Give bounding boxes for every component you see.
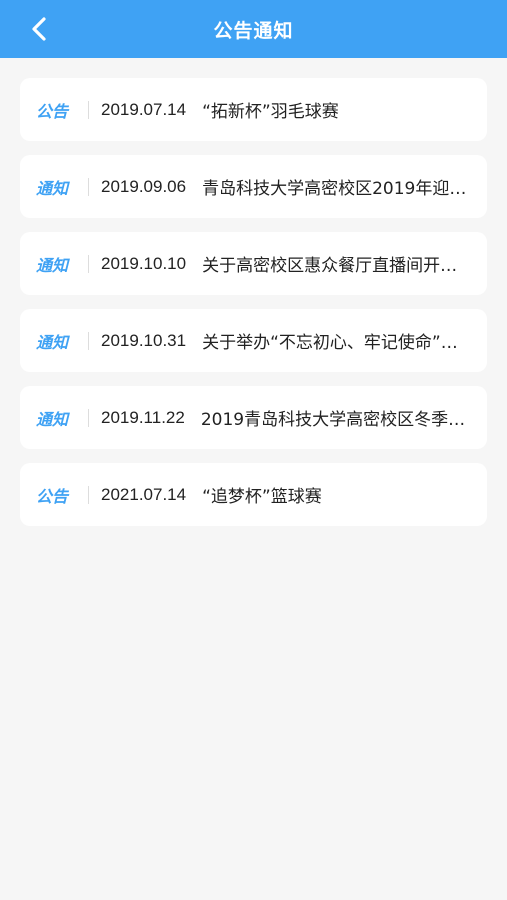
notice-item[interactable]: 通知 2019.10.31 关于举办“不忘初心、牢记使命”主题活动的通知 <box>20 309 487 372</box>
notice-date: 2019.10.31 <box>101 330 187 350</box>
back-button[interactable] <box>24 14 54 44</box>
notice-date: 2019.11.22 <box>101 407 185 427</box>
notice-tag: 公告 <box>36 101 69 121</box>
notice-item[interactable]: 通知 2019.10.10 关于高密校区惠众餐厅直播间开放的通知 <box>20 232 487 295</box>
page-title: 公告通知 <box>213 19 294 42</box>
notice-date: 2019.07.14 <box>101 99 187 119</box>
notice-item[interactable]: 通知 2019.11.22 2019青岛科技大学高密校区冬季运动会通知 <box>20 386 487 449</box>
divider <box>88 100 89 119</box>
app-header: 公告通知 <box>0 0 507 58</box>
chevron-left-icon <box>32 17 46 41</box>
notice-title: “追梦杯”篮球赛 <box>202 487 322 507</box>
divider <box>88 485 89 504</box>
notice-tag: 公告 <box>36 486 69 506</box>
notice-item[interactable]: 通知 2019.09.06 青岛科技大学高密校区2019年迎新工作安排 <box>20 155 487 218</box>
notice-title: 青岛科技大学高密校区2019年迎新工作安排 <box>202 179 473 199</box>
notice-date: 2021.07.14 <box>101 484 187 504</box>
divider <box>88 408 89 427</box>
notice-tag: 通知 <box>36 178 69 198</box>
notice-title: “拓新杯”羽毛球赛 <box>202 102 339 122</box>
divider <box>88 177 89 196</box>
notice-item[interactable]: 公告 2019.07.14 “拓新杯”羽毛球赛 <box>20 78 487 141</box>
notice-tag: 通知 <box>36 255 69 275</box>
notice-tag: 通知 <box>36 332 69 352</box>
divider <box>88 331 89 350</box>
notice-title: 2019青岛科技大学高密校区冬季运动会通知 <box>200 410 473 430</box>
notice-item[interactable]: 公告 2021.07.14 “追梦杯”篮球赛 <box>20 463 487 526</box>
notice-date: 2019.10.10 <box>101 253 187 273</box>
notice-title: 关于高密校区惠众餐厅直播间开放的通知 <box>202 256 473 276</box>
notice-date: 2019.09.06 <box>101 176 187 196</box>
notice-title: 关于举办“不忘初心、牢记使命”主题活动的通知 <box>202 333 473 353</box>
notice-list: 公告 2019.07.14 “拓新杯”羽毛球赛 通知 2019.09.06 青岛… <box>20 78 487 540</box>
divider <box>88 254 89 273</box>
notice-tag: 通知 <box>36 409 69 429</box>
